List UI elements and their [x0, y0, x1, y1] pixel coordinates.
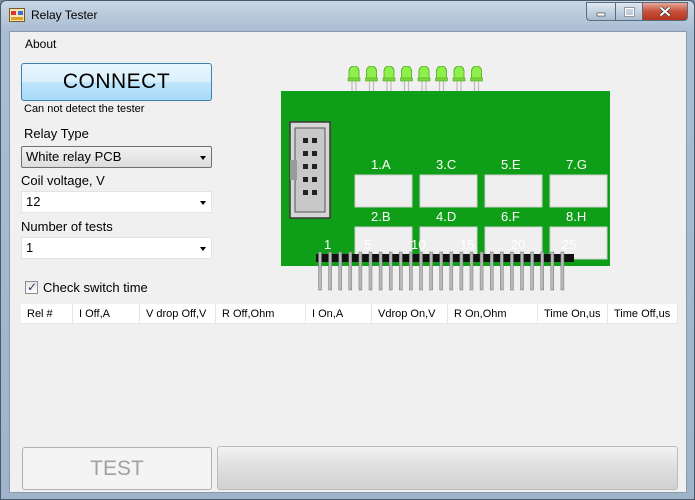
results-table-header: Rel # I Off,A V drop Off,V R Off,Ohm I On,A V… — [21, 304, 678, 324]
header-pin — [449, 251, 454, 291]
header-pin — [328, 251, 332, 291]
relay-slot-label: 7.G — [566, 157, 587, 172]
relay-slot-label: 3.C — [436, 157, 456, 172]
pin-header — [316, 251, 574, 291]
column-header[interactable]: R Off,Ohm — [216, 304, 306, 324]
check-switch-time-checkbox[interactable]: ✓ — [25, 280, 38, 294]
header-pin — [409, 251, 413, 291]
app-window: Relay Tester About CONNECT Can not detec… — [0, 0, 695, 500]
header-pin — [489, 251, 494, 291]
relay-type-value: White relay PCB — [26, 149, 122, 164]
header-pin — [550, 251, 555, 291]
number-of-tests-value: 1 — [26, 240, 34, 255]
pin-number-label: 1 — [324, 237, 331, 252]
number-of-tests-select[interactable]: 1 — [21, 237, 212, 259]
number-of-tests-label: Number of tests — [21, 219, 113, 234]
coil-voltage-label: Coil voltage, V — [21, 173, 105, 188]
header-pin — [510, 251, 514, 291]
header-pin — [338, 251, 342, 291]
idc-pin — [303, 164, 308, 169]
idc-pin — [303, 190, 308, 195]
pin-number-label: 10 — [411, 237, 425, 252]
header-pin — [368, 251, 373, 291]
idc-pin — [303, 138, 308, 143]
header-pin — [429, 251, 433, 291]
column-header[interactable]: Rel # — [21, 304, 73, 324]
idc-pin — [312, 138, 317, 143]
title-bar[interactable]: Relay Tester — [1, 1, 694, 31]
pin-number-label: 20 — [511, 237, 525, 252]
idc-pin — [303, 151, 308, 156]
coil-voltage-value: 12 — [26, 194, 41, 209]
header-pin — [540, 251, 544, 291]
column-header[interactable]: Time Off,us — [608, 304, 678, 324]
header-pin — [459, 251, 464, 291]
header-pin — [469, 251, 474, 291]
maximize-icon — [623, 6, 635, 17]
relay-slot-label: 2.B — [371, 209, 391, 224]
idc-pin — [312, 177, 317, 182]
pin-number-label: 15 — [460, 237, 474, 252]
chevron-down-icon — [200, 156, 206, 160]
coil-voltage-select[interactable]: 12 — [21, 191, 212, 213]
menu-bar: About — [10, 32, 686, 54]
menu-item-about[interactable]: About — [25, 37, 56, 51]
column-header[interactable]: V drop Off,V — [140, 304, 216, 324]
minimize-icon — [596, 12, 606, 16]
header-pin — [530, 251, 534, 291]
header-pin — [378, 251, 383, 291]
maximize-button[interactable] — [615, 2, 642, 21]
header-pin — [500, 251, 504, 291]
pin-number-label: 25 — [562, 237, 576, 252]
close-icon — [659, 6, 671, 17]
header-pin — [439, 251, 443, 291]
header-pin — [520, 251, 524, 291]
header-pin — [388, 251, 393, 291]
column-header[interactable]: I Off,A — [73, 304, 140, 324]
idc-pin — [312, 164, 317, 169]
app-icon — [9, 8, 25, 22]
test-progress-bar — [217, 446, 678, 490]
relay-slot-label: 6.F — [501, 209, 520, 224]
header-pin — [399, 251, 403, 291]
relay-slot-label: 4.D — [436, 209, 456, 224]
test-button[interactable]: TEST — [22, 447, 212, 490]
relay-slot-label: 1.A — [371, 157, 391, 172]
column-header[interactable]: I On,A — [306, 304, 372, 324]
window-title: Relay Tester — [31, 8, 98, 22]
header-pin — [479, 251, 484, 291]
connection-status: Can not detect the tester — [24, 103, 145, 115]
column-header[interactable]: R On,Ohm — [448, 304, 538, 324]
relay-board-diagram: 1.A 3.C 5.E 7.G2.B 4.D 6.F 8.H 1 5 10 15 20 25 — [281, 66, 610, 291]
pin-number-label: 5 — [364, 237, 371, 252]
header-pin — [419, 251, 423, 291]
idc-pin — [312, 151, 317, 156]
relay-type-label: Relay Type — [24, 126, 89, 141]
close-button[interactable] — [642, 2, 688, 21]
header-pin — [358, 251, 363, 291]
column-header[interactable]: Time On,us — [538, 304, 608, 324]
header-pin — [318, 251, 322, 291]
client-area: About CONNECT Can not detect the tester … — [9, 31, 687, 493]
chevron-down-icon — [200, 201, 206, 205]
check-switch-time-label: Check switch time — [43, 280, 148, 295]
header-pin — [348, 251, 353, 291]
relay-slot-label: 8.H — [566, 209, 586, 224]
chevron-down-icon — [200, 247, 206, 251]
idc-pin — [303, 177, 308, 182]
idc-pin — [312, 190, 317, 195]
relay-type-select[interactable]: White relay PCB — [21, 146, 212, 168]
column-header[interactable]: Vdrop On,V — [372, 304, 448, 324]
idc-connector — [289, 121, 331, 219]
checkmark-icon: ✓ — [27, 280, 38, 294]
minimize-button[interactable] — [586, 2, 615, 21]
connect-button[interactable]: CONNECT — [21, 63, 212, 101]
pin-header-base — [316, 254, 574, 262]
header-pin — [560, 251, 565, 291]
relay-slot-label: 5.E — [501, 157, 521, 172]
